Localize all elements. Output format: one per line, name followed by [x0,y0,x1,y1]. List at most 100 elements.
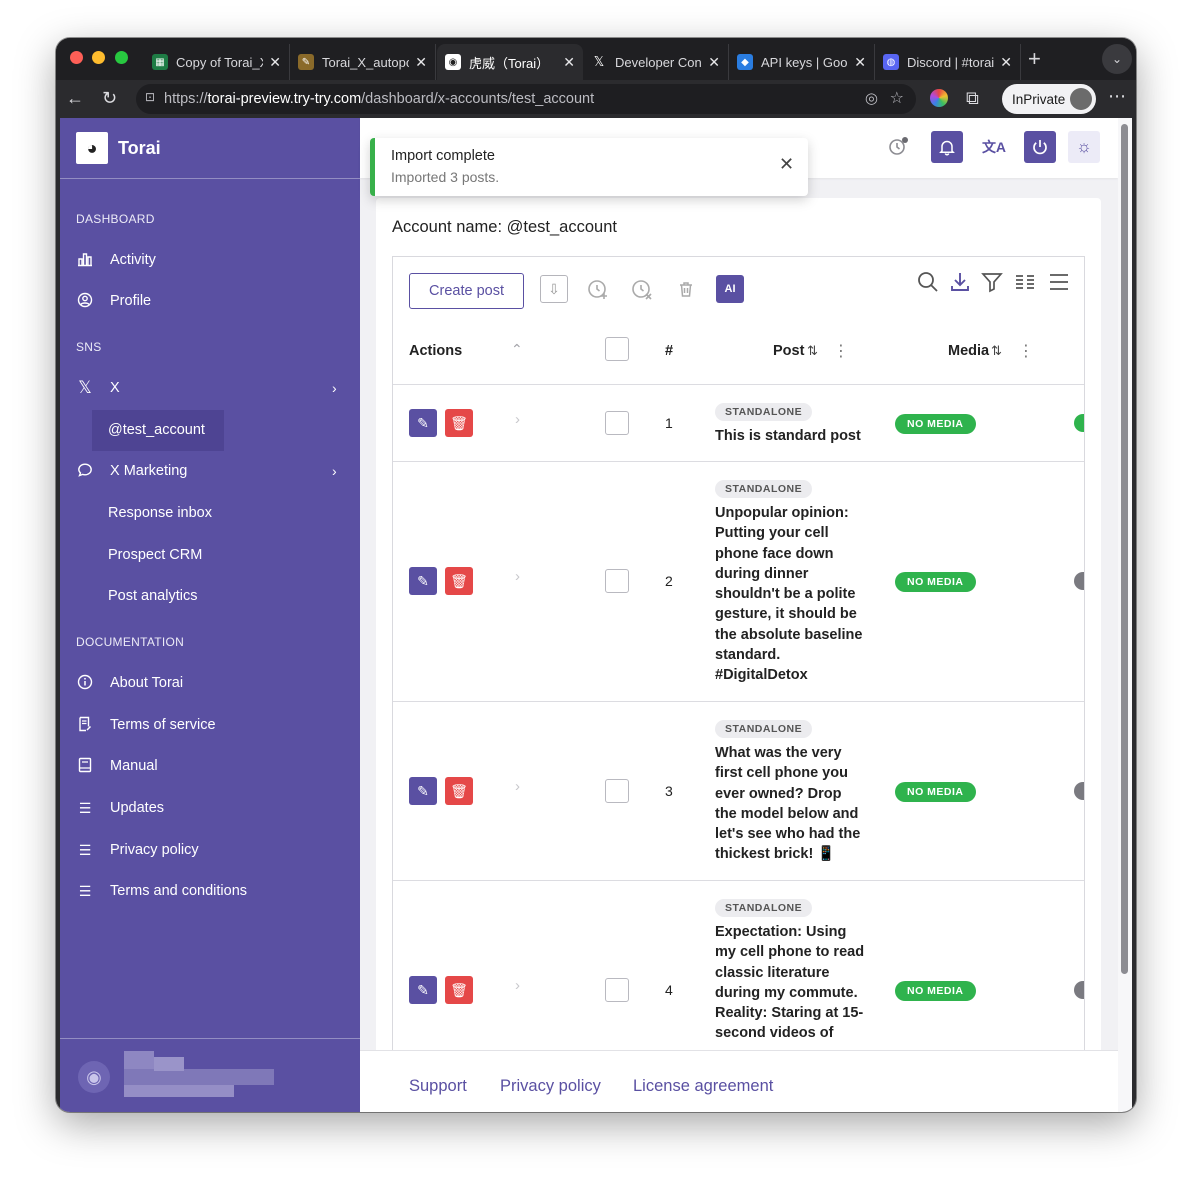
sidebar-item-test-account[interactable]: @test_account [108,415,205,445]
maximize-window-button[interactable] [115,51,128,64]
select-all-checkbox[interactable] [605,337,629,361]
reload-icon[interactable]: ↻ [102,88,117,109]
more-menu-icon[interactable]: ⋯ [1108,86,1126,107]
brand[interactable]: ◕ Torai [60,118,360,179]
schedule-remove-icon[interactable] [628,275,656,303]
sidebar-item-response-inbox[interactable]: Response inbox [108,498,212,528]
row-number: 2 [665,573,673,589]
browser-tab[interactable]: 𝕏 Developer Cons ✕ [583,44,729,80]
column-menu-icon[interactable]: ⋮ [1018,341,1034,361]
power-icon[interactable] [1024,131,1056,163]
sidebar-item-profile[interactable]: Profile [76,286,151,316]
expand-chevron-icon[interactable]: › [515,778,520,795]
close-tab-icon[interactable]: ✕ [269,54,281,71]
sidebar-item-privacy-policy[interactable]: ☰ Privacy policy [76,835,199,865]
url-field[interactable]: ⊡ https://torai-preview.try-try.com/dash… [136,84,916,114]
close-tab-icon[interactable]: ✕ [563,54,575,71]
browser-tab[interactable]: ▦ Copy of Torai_X ✕ [144,44,290,80]
search-icon[interactable] [917,271,939,299]
sidebar-item-post-analytics[interactable]: Post analytics [108,581,197,611]
edit-pencil-icon[interactable]: ✎ [409,409,437,437]
edit-pencil-icon[interactable]: ✎ [409,777,437,805]
edit-pencil-icon[interactable]: ✎ [409,567,437,595]
expand-chevron-icon[interactable]: › [515,568,520,585]
color-extension-icon[interactable] [930,89,948,107]
back-icon[interactable]: ← [66,88,84,109]
tab-menu-chevron-icon[interactable]: ⌄ [1102,44,1132,74]
sidebar-item-terms-and-conditions[interactable]: ☰ Terms and conditions [76,876,247,906]
column-header-media[interactable]: Media [948,343,989,359]
tab-bar: ▦ Copy of Torai_X ✕ ✎ Torai_X_autopo ✕ ◉… [56,38,1136,80]
columns-icon[interactable] [1014,271,1036,299]
support-link[interactable]: Support [409,1077,467,1096]
privacy-policy-link[interactable]: Privacy policy [500,1077,601,1096]
schedule-settings-icon[interactable] [882,131,914,163]
expand-chevron-icon[interactable]: › [515,977,520,994]
post-text: What was the very first cell phone you e… [715,745,861,863]
delete-trash-icon[interactable]: 🗑 [445,976,473,1004]
close-tab-icon[interactable]: ✕ [1000,54,1012,71]
sidebar-item-prospect-crm[interactable]: Prospect CRM [108,540,202,570]
row-checkbox[interactable] [605,411,629,435]
post-text: This is standard post [715,428,861,444]
sidebar-item-x[interactable]: 𝕏 X › [76,373,346,403]
column-header-post[interactable]: Post [773,343,804,359]
density-menu-icon[interactable] [1048,271,1070,299]
tracking-prevention-icon[interactable]: ◎ [865,89,878,107]
extensions-puzzle-icon[interactable]: ⧉ [966,88,979,109]
inprivate-badge[interactable]: InPrivate [1002,84,1096,114]
scrollbar-thumb[interactable] [1121,124,1128,974]
delete-trash-icon[interactable]: 🗑 [445,777,473,805]
close-tab-icon[interactable]: ✕ [708,54,720,71]
download-icon[interactable] [949,271,971,299]
create-post-button[interactable]: Create post [409,273,524,309]
media-badge: NO MEDIA [895,981,976,1001]
delete-trash-icon[interactable]: 🗑 [445,567,473,595]
row-checkbox[interactable] [605,779,629,803]
license-agreement-link[interactable]: License agreement [633,1077,773,1096]
import-icon[interactable]: ⇩ [540,275,568,303]
close-tab-icon[interactable]: ✕ [854,54,866,71]
browser-tab-active[interactable]: ◉ 虎威（Torai） ✕ [437,44,583,80]
expand-chevron-icon[interactable]: › [515,411,520,428]
minimize-window-button[interactable] [92,51,105,64]
row-checkbox[interactable] [605,569,629,593]
page-scrollbar[interactable] [1118,118,1132,1112]
trash-icon[interactable] [672,275,700,303]
collapse-all-icon[interactable]: ⌃ [511,341,523,358]
close-icon[interactable]: ✕ [779,154,794,175]
google-cloud-icon: ◆ [737,54,753,70]
sidebar-item-about[interactable]: About Torai [76,668,183,698]
toast-title: Import complete [391,148,495,164]
sidebar-item-x-marketing[interactable]: X Marketing › [76,456,346,486]
document-sign-icon [76,716,94,735]
sidebar-item-terms-of-service[interactable]: Terms of service [76,710,216,740]
site-info-icon[interactable]: ⊡ [145,90,155,104]
edit-pencil-icon[interactable]: ✎ [409,976,437,1004]
browser-tab[interactable]: ◆ API keys | Goog ✕ [729,44,875,80]
translate-icon[interactable]: 文A [978,131,1010,163]
user-menu[interactable]: ◉ [60,1038,360,1112]
delete-trash-icon[interactable]: 🗑 [445,409,473,437]
column-menu-icon[interactable]: ⋮ [833,341,849,361]
ai-button[interactable]: AI [716,275,744,303]
address-bar: ← ↻ ⊡ https://torai-preview.try-try.com /… [56,80,1136,118]
schedule-add-icon[interactable] [584,275,612,303]
browser-tab[interactable]: ✎ Torai_X_autopo ✕ [290,44,436,80]
sort-icon[interactable]: ⇅ [991,343,1002,359]
browser-tab[interactable]: ◍ Discord | #torai ✕ [875,44,1021,80]
row-checkbox[interactable] [605,978,629,1002]
close-tab-icon[interactable]: ✕ [415,54,427,71]
favorite-star-icon[interactable]: ☆ [890,88,904,108]
theme-sun-icon[interactable]: ☼ [1068,131,1100,163]
sidebar-item-activity[interactable]: Activity [76,245,156,275]
sidebar-item-updates[interactable]: ☰ Updates [76,793,164,823]
close-window-button[interactable] [70,51,83,64]
sidebar-item-manual[interactable]: Manual [76,751,158,781]
post-text: Unpopular opinion: Putting your cell pho… [715,505,863,684]
notifications-bell-icon[interactable] [931,131,963,163]
filter-icon[interactable] [981,271,1003,299]
sort-icon[interactable]: ⇅ [807,343,818,359]
app: ◕ Torai DASHBOARD Activity Profile SNS 𝕏… [60,118,1118,1112]
new-tab-icon[interactable]: + [1028,46,1041,72]
